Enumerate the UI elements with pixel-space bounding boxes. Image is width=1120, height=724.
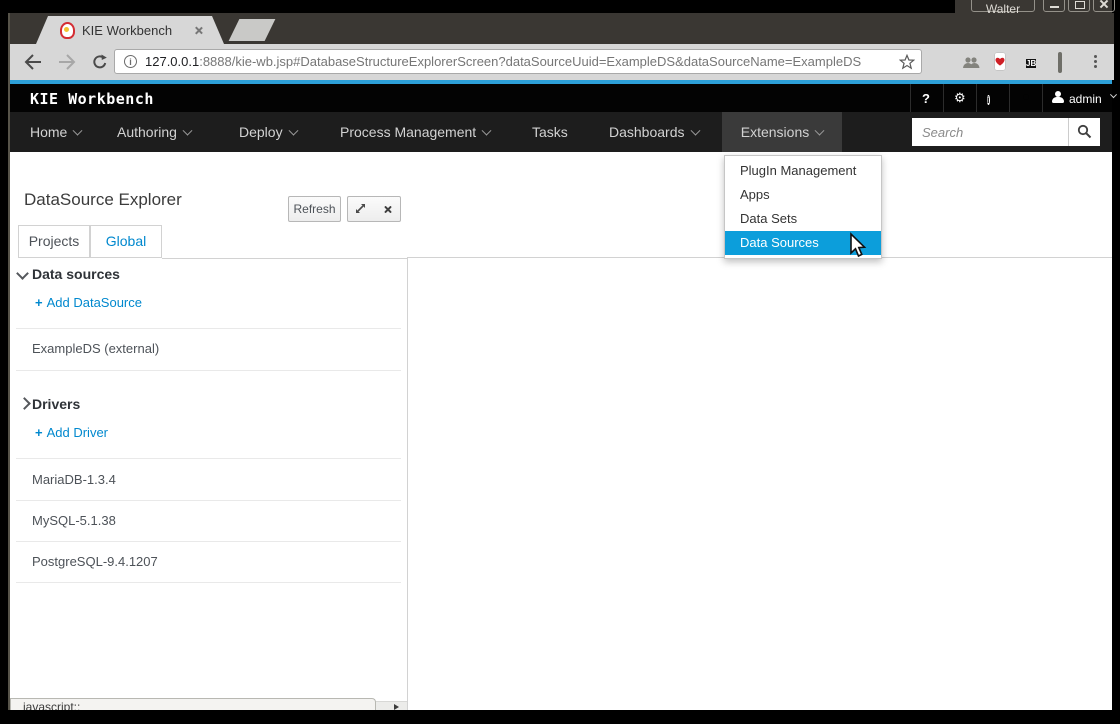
driver-item[interactable]: MySQL-5.1.38	[32, 513, 116, 528]
url-host: 127.0.0.1	[145, 54, 199, 69]
tab-close-icon[interactable]	[194, 26, 203, 35]
people-extension-icon[interactable]	[962, 56, 980, 74]
nav-tasks[interactable]: Tasks	[532, 112, 568, 152]
browser-menu-icon[interactable]	[1094, 53, 1097, 70]
maximize-button[interactable]	[1068, 0, 1090, 12]
browser-toolbar: i 127.0.0.1:8888/kie-wb.jsp#DatabaseStru…	[8, 44, 1114, 80]
new-tab-button[interactable]	[229, 19, 276, 41]
driver-item[interactable]: PostgreSQL-9.4.1207	[32, 554, 158, 569]
info-icon[interactable]: i	[987, 91, 990, 107]
section-drivers-header[interactable]: Drivers	[32, 396, 80, 412]
content-area: DataSource Explorer Refresh Projects Glo…	[10, 152, 1112, 710]
nav-authoring[interactable]: Authoring	[117, 112, 191, 152]
divider	[16, 458, 401, 459]
datasource-item[interactable]: ExampleDS (external)	[32, 341, 159, 356]
panel-title: DataSource Explorer	[24, 190, 182, 210]
mouse-cursor	[848, 232, 867, 264]
screen: Walter KIE Workbench i 127.0.0.1:8888/ki…	[0, 0, 1120, 724]
kie-favicon-icon	[60, 22, 75, 39]
tab-global[interactable]: Global	[90, 225, 162, 258]
caret-icon	[482, 126, 492, 136]
close-icon	[1099, 0, 1109, 9]
nav-home[interactable]: Home	[30, 112, 81, 152]
search-input[interactable]	[912, 118, 1062, 146]
search-box	[912, 118, 1100, 146]
page-info-icon[interactable]: i	[124, 55, 137, 68]
heart-extension-icon[interactable]	[994, 53, 1006, 71]
os-user-button[interactable]: Walter	[971, 0, 1035, 12]
url-path: :8888/kie-wb.jsp#DatabaseStructureExplor…	[199, 54, 861, 69]
capture-frame-extension-icon[interactable]	[1058, 54, 1062, 72]
tab-projects[interactable]: Projects	[18, 225, 90, 258]
menu-item-apps[interactable]: Apps	[725, 183, 881, 207]
gear-icon[interactable]: ⚙	[954, 90, 966, 106]
reload-button[interactable]	[92, 54, 108, 75]
browser-tabstrip: KIE Workbench	[8, 13, 1114, 44]
divider	[16, 370, 401, 371]
plus-icon: +	[35, 425, 43, 440]
expand-button[interactable]	[347, 196, 375, 222]
user-menu[interactable]: admin	[1069, 92, 1102, 106]
app-header: KIE Workbench ? ⚙ i admin	[10, 84, 1112, 112]
jetbrains-extension-icon[interactable]: JB	[1026, 53, 1036, 72]
section-datasources-header[interactable]: Data sources	[32, 266, 120, 282]
caret-icon	[182, 126, 192, 136]
caret-icon	[690, 126, 700, 136]
menu-item-data-sets[interactable]: Data Sets	[725, 207, 881, 231]
minimize-icon	[1050, 6, 1059, 8]
nav-extensions-open[interactable]: Extensions	[722, 112, 842, 155]
caret-icon	[288, 126, 298, 136]
divider	[16, 500, 401, 501]
scroll-right-icon[interactable]	[394, 704, 399, 710]
chevron-down-icon[interactable]	[16, 267, 29, 280]
caret-icon	[73, 126, 83, 136]
add-driver-link[interactable]: +Add Driver	[35, 425, 108, 440]
bookmark-star-icon[interactable]	[899, 54, 915, 75]
tabbar-underline	[162, 258, 407, 259]
forward-button[interactable]	[58, 54, 76, 75]
nav-dashboards[interactable]: Dashboards	[609, 112, 699, 152]
help-icon[interactable]: ?	[922, 91, 930, 106]
status-link-preview: javascript:;	[10, 698, 376, 710]
tab-title: KIE Workbench	[82, 23, 172, 38]
back-button[interactable]	[24, 54, 42, 75]
nav-deploy[interactable]: Deploy	[239, 112, 297, 152]
address-bar[interactable]: i 127.0.0.1:8888/kie-wb.jsp#DatabaseStru…	[114, 49, 922, 74]
caret-icon	[815, 126, 825, 136]
main-navbar: Home Authoring Deploy Process Management…	[10, 112, 1112, 152]
divider	[16, 541, 401, 542]
refresh-button[interactable]: Refresh	[288, 196, 341, 222]
panel-close-button[interactable]	[374, 196, 401, 222]
url-text: 127.0.0.1:8888/kie-wb.jsp#DatabaseStruct…	[145, 54, 893, 69]
search-button[interactable]	[1068, 118, 1100, 146]
divider	[16, 328, 401, 329]
plus-icon: +	[35, 295, 43, 310]
minimize-button[interactable]	[1043, 0, 1065, 12]
divider	[16, 582, 401, 583]
user-caret-icon	[1110, 91, 1117, 98]
driver-item[interactable]: MariaDB-1.3.4	[32, 472, 116, 487]
close-x-icon	[383, 205, 392, 214]
close-button[interactable]	[1093, 0, 1115, 12]
chevron-right-icon[interactable]	[18, 397, 31, 410]
panel-right-border	[407, 257, 408, 710]
nav-process-management[interactable]: Process Management	[340, 112, 490, 152]
add-datasource-link[interactable]: +Add DataSource	[35, 295, 142, 310]
browser-tab[interactable]: KIE Workbench	[36, 16, 224, 44]
app-logo: KIE Workbench	[30, 90, 154, 108]
maximize-icon	[1075, 1, 1085, 9]
menu-item-plugin-management[interactable]: PlugIn Management	[725, 159, 881, 183]
web-page: KIE Workbench ? ⚙ i admin Home Authoring…	[8, 80, 1112, 710]
